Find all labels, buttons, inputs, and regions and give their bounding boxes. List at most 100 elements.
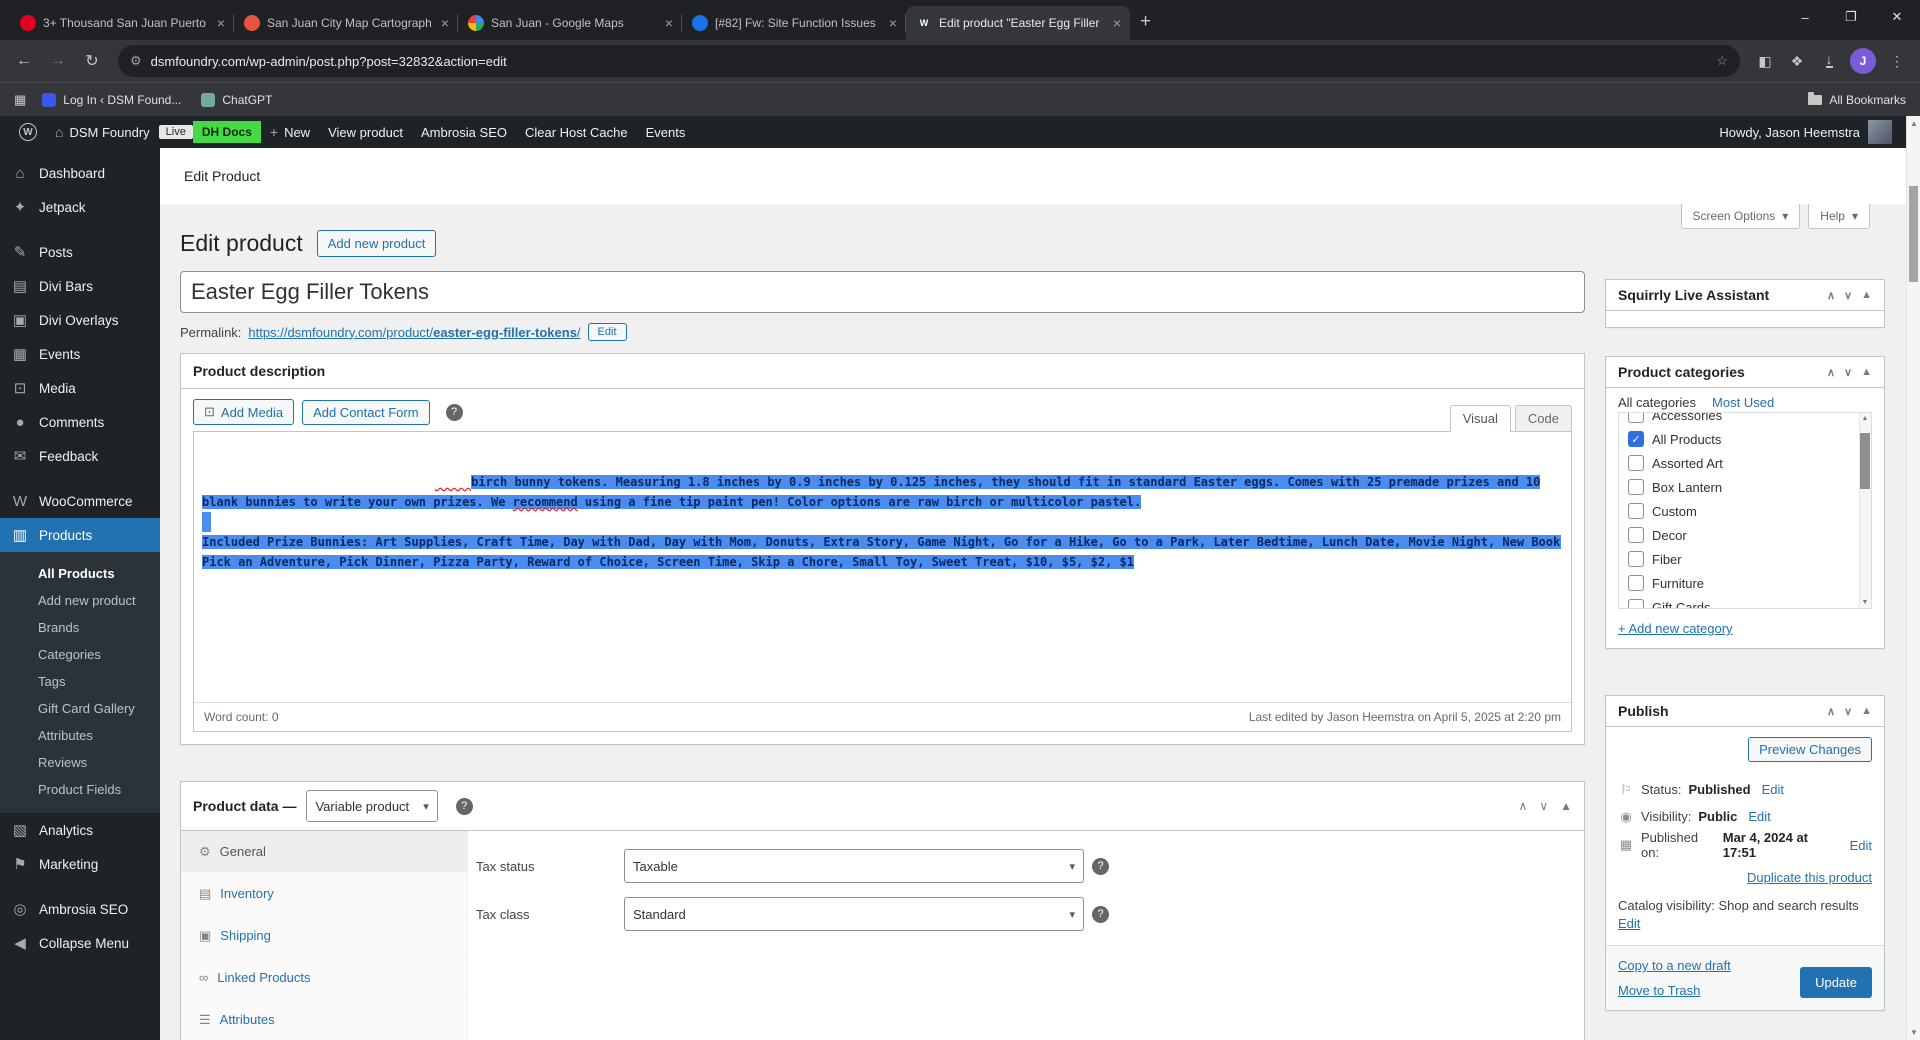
tax-class-select[interactable]: Standard ▾: [624, 897, 1084, 931]
new-tab-button[interactable]: +: [1140, 11, 1151, 33]
category-item[interactable]: Assorted Art: [1628, 451, 1871, 475]
sidebar-item-woocommerce[interactable]: W WooCommerce: [0, 484, 160, 518]
bookmark-item[interactable]: ChatGPT: [193, 90, 280, 110]
category-checklist[interactable]: Accessories ✓ All Products Assorted Art B…: [1618, 412, 1872, 609]
address-bar[interactable]: ⚙ dsmfoundry.com/wp-admin/post.php?post=…: [118, 45, 1740, 77]
sidebar-item-dashboard[interactable]: ⌂ Dashboard: [0, 156, 160, 190]
tab-linked-products[interactable]: ∞ Linked Products: [181, 957, 467, 999]
sidebar-item-media[interactable]: ⊡ Media: [0, 371, 160, 405]
help-tip-icon[interactable]: ?: [1092, 857, 1109, 875]
visual-tab[interactable]: Visual: [1449, 405, 1511, 432]
tab-general[interactable]: ⚙ General: [181, 831, 467, 873]
back-button[interactable]: ←: [8, 45, 40, 77]
browser-tab[interactable]: San Juan City Map Cartograph ×: [234, 6, 458, 40]
dh-docs-badge[interactable]: DH Docs: [192, 121, 261, 143]
sidebar-item-marketing[interactable]: ⚑ Marketing: [0, 847, 160, 881]
maximize-button[interactable]: ❐: [1828, 0, 1874, 34]
tab-close-icon[interactable]: ×: [662, 15, 676, 31]
category-item[interactable]: Decor: [1628, 523, 1871, 547]
tab-inventory[interactable]: ▤ Inventory: [181, 873, 467, 915]
category-item[interactable]: Accessories: [1628, 413, 1871, 427]
wp-logo[interactable]: W: [10, 116, 46, 148]
copy-to-new-draft-link[interactable]: Copy to a new draft: [1618, 958, 1731, 973]
browser-tab[interactable]: San Juan - Google Maps ×: [458, 6, 682, 40]
scroll-up-icon[interactable]: ▲: [1907, 119, 1920, 128]
add-new-product-button[interactable]: Add new product: [316, 230, 437, 257]
preview-changes-button[interactable]: Preview Changes: [1748, 737, 1872, 762]
screen-options-button[interactable]: Screen Options ▾: [1680, 204, 1801, 229]
new-content-menu[interactable]: + New: [261, 116, 319, 148]
submenu-product-fields[interactable]: Product Fields: [0, 776, 160, 803]
submenu-reviews[interactable]: Reviews: [0, 749, 160, 776]
checkbox-checked[interactable]: ✓: [1628, 431, 1644, 447]
submenu-gift-card-gallery[interactable]: Gift Card Gallery: [0, 695, 160, 722]
add-new-category-link[interactable]: + Add new category: [1618, 621, 1733, 636]
tax-status-select[interactable]: Taxable ▾: [624, 849, 1084, 883]
site-name-menu[interactable]: ⌂ DSM Foundry: [46, 116, 159, 148]
browser-tab[interactable]: [#82] Fw: Site Function Issues - ×: [682, 6, 906, 40]
browser-tab[interactable]: 3+ Thousand San Juan Puerto ×: [10, 6, 234, 40]
product-description-header[interactable]: Product description: [181, 354, 1584, 389]
category-item[interactable]: Furniture: [1628, 571, 1871, 595]
move-down-icon[interactable]: ∨: [1539, 799, 1548, 813]
profile-avatar[interactable]: J: [1850, 48, 1876, 74]
view-product-link[interactable]: View product: [319, 116, 412, 148]
forward-button[interactable]: →: [42, 45, 74, 77]
move-down-icon[interactable]: ∨: [1844, 705, 1852, 718]
sidebar-item-collapse-menu[interactable]: ◀ Collapse Menu: [0, 926, 160, 960]
side-panel-icon[interactable]: ◧: [1750, 46, 1780, 76]
code-tab[interactable]: Code: [1514, 405, 1572, 431]
tab-close-icon[interactable]: ×: [214, 15, 228, 31]
toggle-panel-icon[interactable]: ▲: [1560, 799, 1572, 813]
submenu-all-products[interactable]: All Products: [0, 560, 160, 587]
checkbox[interactable]: [1628, 527, 1644, 543]
checkbox[interactable]: [1628, 551, 1644, 567]
site-settings-icon[interactable]: ⚙: [130, 53, 142, 69]
sidebar-item-feedback[interactable]: ✉ Feedback: [0, 439, 160, 473]
submenu-brands[interactable]: Brands: [0, 614, 160, 641]
category-item[interactable]: Box Lantern: [1628, 475, 1871, 499]
category-item[interactable]: Fiber: [1628, 547, 1871, 571]
scrollbar-thumb[interactable]: [1909, 186, 1918, 282]
apps-grid-icon[interactable]: ▦: [10, 92, 30, 108]
help-tip-icon[interactable]: ?: [455, 797, 473, 815]
clear-host-cache-link[interactable]: Clear Host Cache: [516, 116, 637, 148]
sidebar-item-ambrosia-seo[interactable]: ◎ Ambrosia SEO: [0, 892, 160, 926]
events-menu[interactable]: Events: [637, 116, 695, 148]
submenu-add-new-product[interactable]: Add new product: [0, 587, 160, 614]
help-tip-icon[interactable]: ?: [1092, 905, 1109, 923]
description-editor[interactable]: birch bunny tokens. Measuring 1.8 inches…: [194, 432, 1571, 702]
permalink-url[interactable]: https://dsmfoundry.com/product/easter-eg…: [248, 325, 580, 340]
help-tip-icon[interactable]: ?: [445, 403, 463, 421]
toggle-panel-icon[interactable]: ▲: [1861, 289, 1872, 302]
product-title-input[interactable]: [180, 271, 1585, 313]
duplicate-product-link[interactable]: Duplicate this product: [1747, 870, 1872, 885]
tab-close-icon[interactable]: ×: [438, 15, 452, 31]
downloads-icon[interactable]: ↓: [1814, 46, 1844, 76]
checkbox[interactable]: [1628, 503, 1644, 519]
sidebar-item-posts[interactable]: ✎ Posts: [0, 235, 160, 269]
tab-close-icon[interactable]: ×: [886, 15, 900, 31]
tab-most-used[interactable]: Most Used: [1712, 395, 1774, 410]
sidebar-item-products[interactable]: ▥ Products: [0, 518, 160, 552]
sidebar-item-events[interactable]: ▦ Events: [0, 337, 160, 371]
sidebar-item-comments[interactable]: ● Comments: [0, 405, 160, 439]
sidebar-item-divi-bars[interactable]: ▤ Divi Bars: [0, 269, 160, 303]
update-button[interactable]: Update: [1800, 967, 1872, 998]
scrollbar-thumb[interactable]: [1860, 433, 1870, 489]
move-up-icon[interactable]: ∧: [1827, 289, 1835, 302]
scroll-down-icon[interactable]: ▼: [1907, 1028, 1920, 1037]
submenu-tags[interactable]: Tags: [0, 668, 160, 695]
bookmark-star-icon[interactable]: ☆: [1716, 53, 1728, 69]
submenu-categories[interactable]: Categories: [0, 641, 160, 668]
move-up-icon[interactable]: ∧: [1519, 799, 1528, 813]
move-up-icon[interactable]: ∧: [1827, 366, 1835, 379]
user-avatar[interactable]: [1868, 120, 1892, 144]
submenu-attributes[interactable]: Attributes: [0, 722, 160, 749]
page-scrollbar[interactable]: ▲ ▼: [1906, 116, 1920, 1040]
reload-button[interactable]: ↻: [76, 45, 108, 77]
howdy-account-menu[interactable]: Howdy, Jason Heemstra: [1719, 125, 1860, 140]
add-media-button[interactable]: ⊡ Add Media: [193, 399, 295, 425]
checkbox[interactable]: [1628, 575, 1644, 591]
checkbox[interactable]: [1628, 599, 1644, 608]
